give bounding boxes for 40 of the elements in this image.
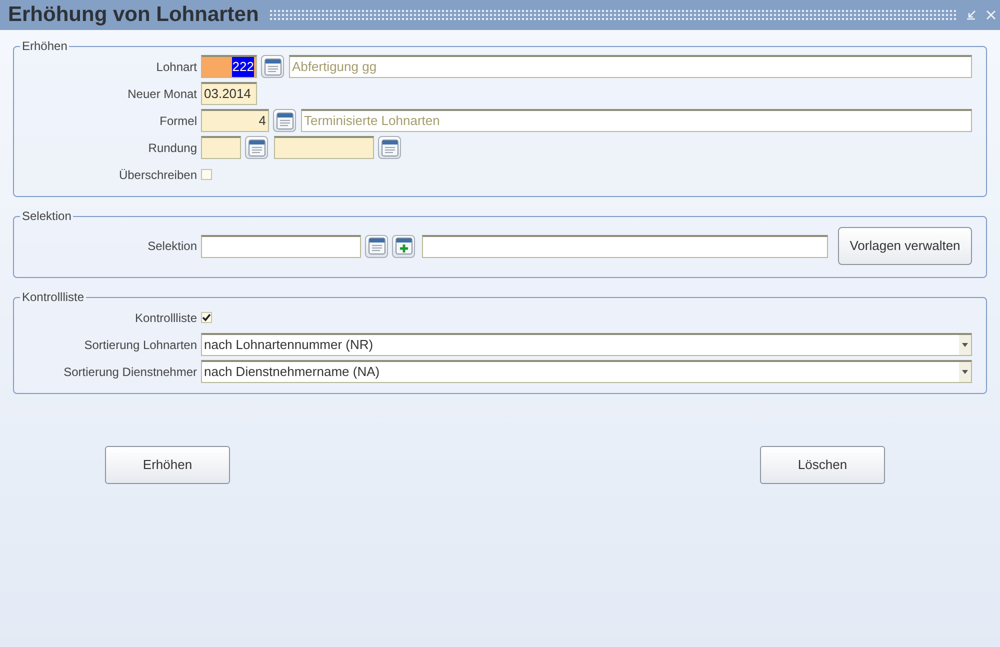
- lookup-button[interactable]: [378, 136, 401, 159]
- add-button[interactable]: [392, 234, 415, 258]
- group-title: Erhöhen: [21, 38, 68, 55]
- add-list-icon: [394, 236, 414, 256]
- field-label: Neuer Monat: [126, 86, 197, 102]
- lookup-button[interactable]: [365, 234, 388, 258]
- list-icon: [380, 138, 400, 158]
- description-field[interactable]: [274, 136, 374, 159]
- field-label: Sortierung Lohnarten: [83, 336, 197, 354]
- manage-templates-button[interactable]: Vorlagen verwalten: [838, 227, 972, 265]
- list-icon: [246, 138, 266, 158]
- list-icon: [274, 110, 294, 130]
- lookup-button[interactable]: [245, 136, 268, 159]
- lookup-button[interactable]: [273, 109, 296, 132]
- field-label: Überschreiben: [118, 166, 197, 184]
- dropdown-caret-icon: [962, 343, 968, 347]
- action-button[interactable]: Löschen: [760, 446, 885, 484]
- sort-dropdown[interactable]: nach Dienstnehmername (NA): [201, 360, 972, 383]
- field-label: Selektion: [146, 238, 197, 255]
- field-label: Formel: [158, 112, 197, 130]
- list-icon: [366, 236, 386, 256]
- group-title: Selektion: [21, 208, 72, 225]
- field-label: Lohnart: [155, 58, 197, 76]
- action-button[interactable]: Erhöhen: [105, 446, 230, 484]
- window-title: Erhöhung von Lohnarten: [8, 2, 259, 28]
- code-field[interactable]: 4: [201, 109, 269, 132]
- checkbox[interactable]: [201, 312, 212, 323]
- list-icon: [262, 56, 282, 76]
- selection-text-field[interactable]: [422, 234, 828, 258]
- field-label: Rundung: [147, 140, 197, 156]
- sort-dropdown[interactable]: nach Lohnartennummer (NR): [201, 333, 972, 356]
- code-field[interactable]: [201, 136, 241, 159]
- field-label: Kontrollliste: [134, 310, 197, 326]
- field-label: Sortierung Dienstnehmer: [62, 364, 197, 380]
- month-field[interactable]: 03.2014: [201, 82, 257, 105]
- lookup-button[interactable]: [261, 55, 284, 78]
- group-title: Kontrollliste: [21, 289, 86, 306]
- code-field[interactable]: 222: [201, 55, 257, 78]
- dropdown-caret-icon: [962, 370, 968, 374]
- selection-field[interactable]: [201, 234, 361, 258]
